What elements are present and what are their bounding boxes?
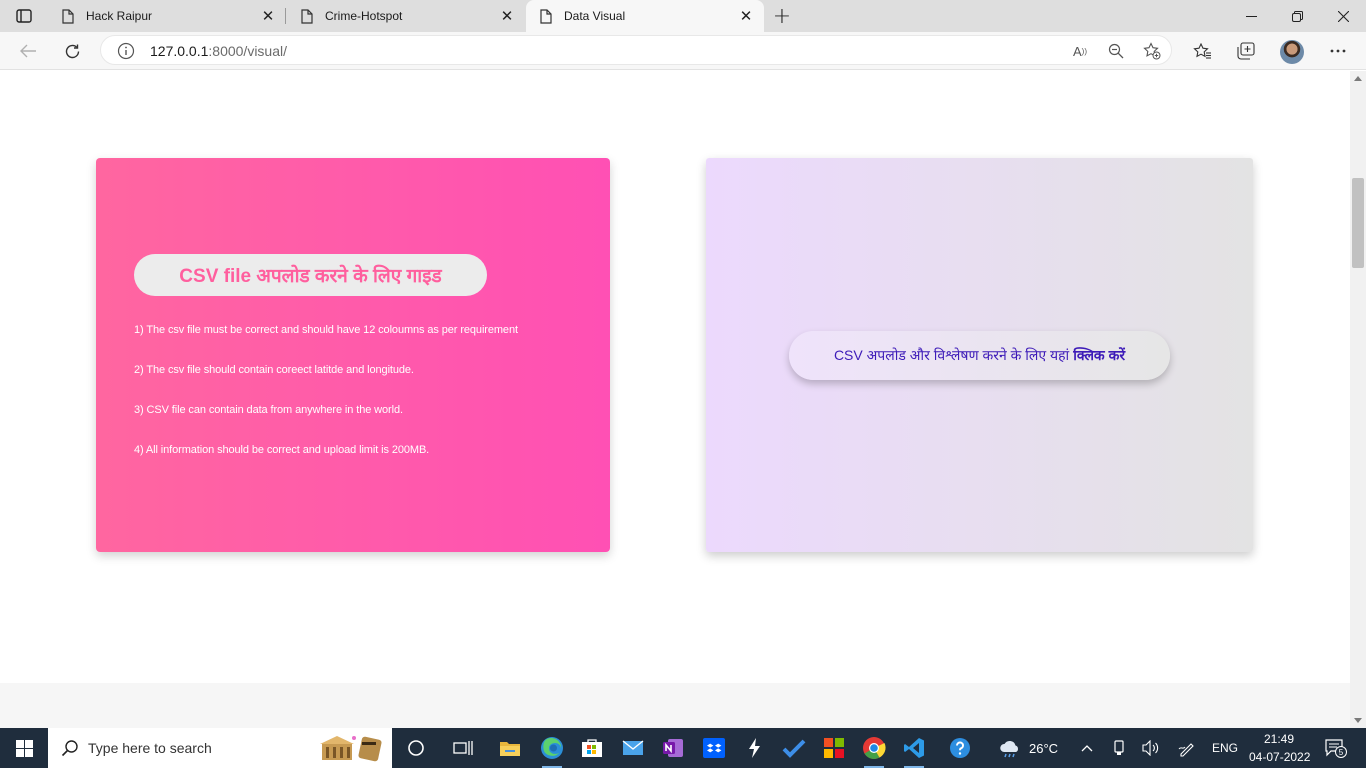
windows-start-icon[interactable] <box>0 728 48 768</box>
help-icon[interactable] <box>940 728 980 768</box>
microsoft-store-icon[interactable] <box>572 728 612 768</box>
dropbox-icon[interactable] <box>694 728 734 768</box>
onenote-icon[interactable] <box>653 728 693 768</box>
tab-label: Hack Raipur <box>86 9 153 23</box>
weather-icon[interactable] <box>998 738 1022 758</box>
search-icon <box>61 739 79 757</box>
page-content: CSV file अपलोड करने के लिए गाइड 1) The c… <box>0 71 1350 728</box>
guide-item-1: 1) The csv file must be correct and shou… <box>134 324 518 336</box>
weather-temperature: 26°C <box>1029 741 1059 756</box>
upload-csv-button[interactable]: CSV अपलोड और विश्लेषण करने के लिए यहां क… <box>789 331 1170 380</box>
close-tab-icon[interactable]: ✕ <box>256 4 280 28</box>
page-footer <box>0 683 1350 728</box>
guide-item-2: 2) The csv file should contain coreect l… <box>134 364 414 376</box>
close-tab-icon[interactable]: ✕ <box>495 4 519 28</box>
taskbar-search[interactable]: Type here to search <box>48 728 392 768</box>
tab-strip: Hack Raipur ✕ Crime-Hotspot ✕ Data Visua… <box>0 0 1366 32</box>
mail-icon[interactable] <box>613 728 653 768</box>
read-aloud-icon[interactable]: A)) <box>1069 40 1091 62</box>
csv-upload-card: CSV अपलोड और विश्लेषण करने के लिए यहां क… <box>706 158 1253 552</box>
guide-title: CSV file अपलोड करने के लिए गाइड <box>134 254 487 296</box>
upload-label: CSV अपलोड और विश्लेषण करने के लिए यहां <box>833 347 1070 363</box>
tab-crime-hotspot[interactable]: Crime-Hotspot ✕ <box>287 0 525 32</box>
close-window-icon[interactable] <box>1320 0 1366 32</box>
tab-label: Data Visual <box>564 9 626 23</box>
clock-time[interactable]: 21:49 <box>1264 732 1294 746</box>
page-icon <box>60 8 76 24</box>
chevron-up-icon[interactable] <box>1077 738 1097 758</box>
browser-toolbar: 127.0.0.1:8000/visual/ A)) <box>0 32 1366 70</box>
edge-browser-icon[interactable] <box>532 728 572 768</box>
scroll-down-icon[interactable] <box>1354 718 1362 723</box>
tab-label: Crime-Hotspot <box>325 9 403 23</box>
guide-item-3: 3) CSV file can contain data from anywhe… <box>134 404 403 416</box>
favorites-icon[interactable] <box>1187 36 1217 66</box>
zoom-out-icon[interactable] <box>1105 40 1127 62</box>
page-icon <box>538 8 554 24</box>
collections-icon[interactable] <box>1231 36 1261 66</box>
address-bar[interactable]: 127.0.0.1:8000/visual/ A)) <box>100 35 1172 65</box>
cortana-icon[interactable] <box>396 728 436 768</box>
todo-icon[interactable] <box>774 728 814 768</box>
refresh-icon[interactable] <box>57 36 87 66</box>
vscode-icon[interactable] <box>894 728 934 768</box>
search-placeholder: Type here to search <box>88 740 212 756</box>
more-icon[interactable] <box>1323 36 1353 66</box>
scroll-thumb[interactable] <box>1352 178 1364 268</box>
scroll-up-icon[interactable] <box>1354 76 1362 81</box>
notification-count: 5 <box>1335 746 1347 758</box>
add-favorite-icon[interactable] <box>1141 40 1163 62</box>
close-tab-icon[interactable]: ✕ <box>734 4 758 28</box>
url-host: 127.0.0.1 <box>150 43 209 59</box>
url-path: :8000/visual/ <box>208 43 287 59</box>
upload-link[interactable]: क्लिक करें <box>1073 346 1125 365</box>
tab-hack-raipur[interactable]: Hack Raipur ✕ <box>48 0 286 32</box>
tab-actions-icon[interactable] <box>8 5 40 27</box>
language-indicator[interactable]: ENG <box>1212 741 1238 755</box>
volume-icon[interactable] <box>1141 738 1161 758</box>
notifications-icon[interactable]: 5 <box>1323 738 1347 758</box>
search-highlight-illustration-icon <box>316 732 388 764</box>
guide-item-4: 4) All information should be correct and… <box>134 444 430 456</box>
new-tab-icon[interactable]: + <box>770 4 794 29</box>
csv-guide-card: CSV file अपलोड करने के लिए गाइड 1) The c… <box>96 158 610 552</box>
device-icon[interactable] <box>1109 738 1129 758</box>
profile-avatar[interactable] <box>1280 40 1304 64</box>
colorful-app-icon[interactable] <box>814 728 854 768</box>
clock-date[interactable]: 04-07-2022 <box>1249 750 1310 764</box>
address-url[interactable]: 127.0.0.1:8000/visual/ <box>150 43 287 59</box>
page-icon <box>299 8 315 24</box>
restore-icon[interactable] <box>1274 0 1320 32</box>
vertical-scrollbar[interactable] <box>1350 71 1366 728</box>
task-view-icon[interactable] <box>443 728 483 768</box>
tab-data-visual[interactable]: Data Visual ✕ <box>526 0 764 32</box>
info-icon[interactable] <box>117 42 135 60</box>
minimize-icon[interactable] <box>1228 0 1274 32</box>
windows-taskbar: Type here to search 26°C ENG 21:49 04-07… <box>0 728 1366 768</box>
lightning-app-icon[interactable] <box>734 728 774 768</box>
chrome-icon[interactable] <box>854 728 894 768</box>
back-arrow-icon[interactable] <box>13 36 43 66</box>
file-explorer-icon[interactable] <box>490 728 530 768</box>
pen-icon[interactable] <box>1177 738 1197 758</box>
